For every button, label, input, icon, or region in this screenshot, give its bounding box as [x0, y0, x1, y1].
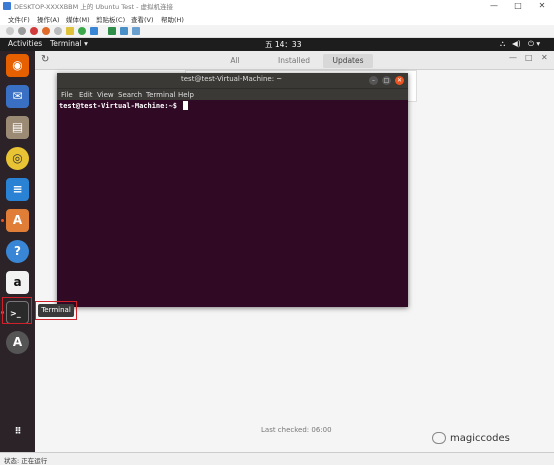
shutdown-icon[interactable] — [42, 27, 50, 35]
terminal-body[interactable]: test@test-Virtual-Machine:~$ — [57, 100, 408, 307]
host-menubar: 文件(F) 操作(A) 媒体(M) 剪贴板(C) 查看(V) 帮助(H) — [0, 12, 554, 25]
dock-item-writer[interactable]: ≡ — [6, 178, 29, 201]
tab-installed[interactable]: Installed — [273, 54, 315, 68]
host-status-bar: 状态: 正在运行 — [0, 452, 554, 465]
menu-view[interactable]: View — [97, 91, 114, 99]
text-cursor — [183, 101, 188, 110]
resume-icon[interactable] — [78, 27, 86, 35]
files-icon: ▤ — [11, 120, 24, 134]
wechat-icon — [432, 432, 446, 444]
menu-view[interactable]: 查看(V) — [131, 14, 154, 24]
network-icon[interactable]: ⛬ — [500, 39, 505, 49]
close-icon[interactable]: ✕ — [541, 53, 548, 62]
start-icon[interactable] — [18, 27, 26, 35]
dock-item-files[interactable]: ▤ — [6, 116, 29, 139]
turn-off-icon[interactable] — [30, 27, 38, 35]
pause-icon[interactable] — [66, 27, 74, 35]
host-titlebar: DESKTOP-XXXXBBM 上的 Ubuntu Test - 虚拟机连接 —… — [0, 0, 554, 12]
maximize-icon[interactable]: □ — [506, 0, 530, 12]
menu-media[interactable]: 媒体(M) — [66, 14, 90, 24]
writer-icon: ≡ — [12, 182, 23, 196]
dock-item-software-updater[interactable]: A — [6, 331, 29, 354]
dock-item-help[interactable]: ? — [6, 240, 29, 263]
dock-item-amazon[interactable]: a — [6, 271, 29, 294]
ubuntu-software-icon: A — [12, 213, 23, 227]
software-updater-icon: A — [12, 335, 23, 349]
last-checked-label: Last checked: 06:00 — [261, 426, 332, 434]
host-toolbar — [0, 25, 554, 38]
checkpoint-icon[interactable] — [108, 27, 116, 35]
watermark-text: magiccodes — [450, 433, 510, 444]
terminal-title: test@test-Virtual-Machine: ~ — [181, 75, 283, 83]
thunderbird-icon: ✉ — [12, 89, 23, 103]
refresh-icon[interactable]: ↻ — [41, 54, 49, 65]
menu-file[interactable]: File — [61, 91, 73, 99]
reset-icon[interactable] — [90, 27, 98, 35]
menu-file[interactable]: 文件(F) — [8, 14, 30, 24]
vm-connection-icon — [3, 2, 11, 10]
rhythmbox-icon: ◎ — [12, 151, 23, 165]
volume-icon[interactable]: ◀) — [512, 39, 521, 48]
menu-terminal[interactable]: Terminal — [146, 91, 176, 99]
menu-action[interactable]: 操作(A) — [37, 14, 60, 24]
save-icon[interactable] — [54, 27, 62, 35]
menu-help[interactable]: 帮助(H) — [161, 14, 184, 24]
menu-edit[interactable]: Edit — [79, 91, 93, 99]
activities-button[interactable]: Activities — [8, 39, 42, 48]
vm-status: 状态: 正在运行 — [4, 457, 48, 465]
ctrl-alt-del-icon[interactable] — [6, 27, 14, 35]
clock[interactable]: 五 14：33 — [265, 39, 301, 50]
close-icon[interactable]: ✕ — [395, 76, 404, 85]
help-icon: ? — [14, 244, 21, 258]
minimize-icon[interactable]: — — [482, 0, 506, 12]
watermark: magiccodes — [432, 432, 510, 444]
ubuntu-dock: ◉ ✉ ▤ ◎ ≡ A ? a >_ A ⠿ — [0, 51, 35, 459]
dock-item-firefox[interactable]: ◉ — [6, 54, 29, 77]
running-indicator — [1, 219, 4, 222]
amazon-icon: a — [13, 275, 22, 289]
terminal-tooltip: Terminal — [38, 304, 74, 317]
close-icon[interactable]: ✕ — [530, 0, 554, 12]
gnome-top-bar: Activities Terminal ▾ 五 14：33 ⛬ ◀) ⏻ ▾ — [0, 38, 554, 51]
app-menu-terminal[interactable]: Terminal ▾ — [50, 39, 88, 48]
dock-item-rhythmbox[interactable]: ◎ — [6, 147, 29, 170]
firefox-icon: ◉ — [12, 58, 23, 72]
terminal-titlebar[interactable]: test@test-Virtual-Machine: ~ – □ ✕ — [57, 73, 408, 88]
enhanced-session-icon[interactable] — [132, 27, 140, 35]
menu-help[interactable]: Help — [178, 91, 194, 99]
revert-icon[interactable] — [120, 27, 128, 35]
software-header: ↻ All Installed Updates — □ ✕ — [35, 51, 554, 70]
terminal-window[interactable]: test@test-Virtual-Machine: ~ – □ ✕ File … — [57, 73, 408, 307]
menu-search[interactable]: Search — [118, 91, 142, 99]
app-grid-icon: ⠿ — [14, 427, 21, 437]
maximize-icon[interactable]: □ — [382, 76, 391, 85]
minimize-icon[interactable]: — — [509, 53, 517, 62]
dock-item-ubuntu-software[interactable]: A — [6, 209, 29, 232]
show-applications-button[interactable]: ⠿ — [6, 421, 29, 444]
tab-all[interactable]: All — [220, 54, 250, 68]
terminal-dock-highlight — [2, 297, 32, 324]
terminal-menubar: File Edit View Search Terminal Help — [57, 88, 408, 100]
tab-updates[interactable]: Updates — [323, 54, 373, 68]
dock-item-thunderbird[interactable]: ✉ — [6, 85, 29, 108]
menu-clipboard[interactable]: 剪贴板(C) — [96, 14, 125, 24]
host-window-title: DESKTOP-XXXXBBM 上的 Ubuntu Test - 虚拟机连接 — [14, 3, 173, 11]
minimize-icon[interactable]: – — [369, 76, 378, 85]
maximize-icon[interactable]: □ — [525, 53, 533, 62]
shell-prompt: test@test-Virtual-Machine:~$ — [59, 102, 178, 110]
power-menu-icon[interactable]: ⏻ ▾ — [528, 39, 540, 49]
